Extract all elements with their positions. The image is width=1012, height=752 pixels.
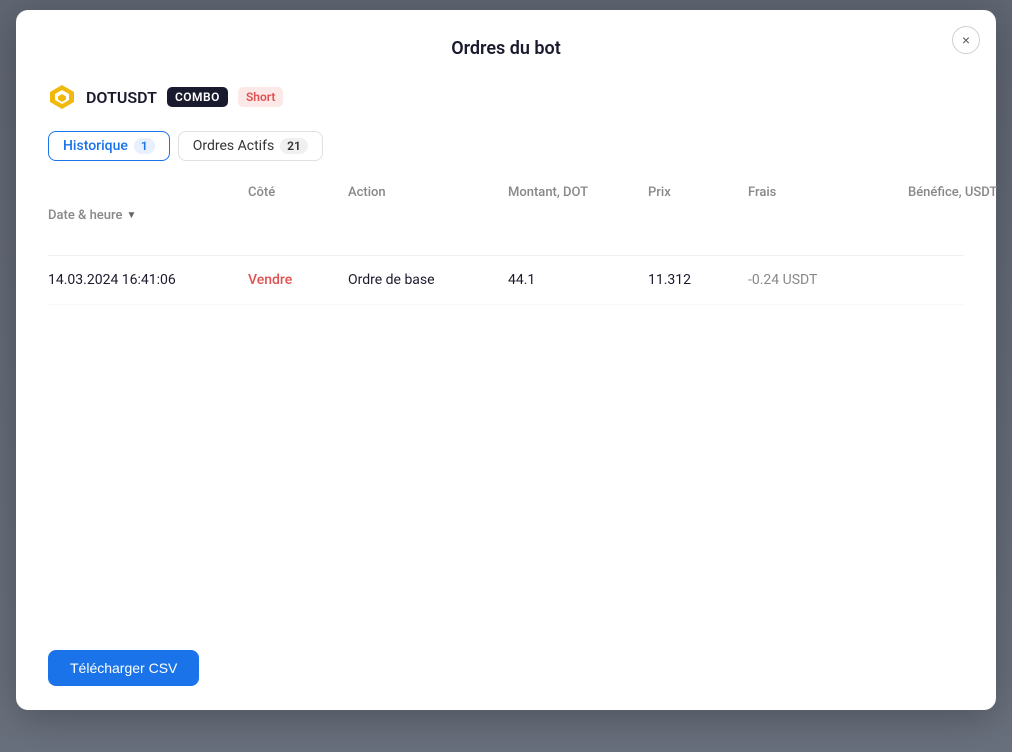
- cell-cote: Vendre: [248, 272, 348, 288]
- col-frais: Frais: [748, 185, 908, 245]
- cell-action: Ordre de base: [348, 272, 508, 288]
- tab-ordres-actifs[interactable]: Ordres Actifs 21: [178, 131, 323, 161]
- short-badge: Short: [238, 87, 283, 107]
- col-date[interactable]: Date & heure ▼: [48, 185, 248, 245]
- col-benefice: Bénéfice, USDT: [908, 185, 1012, 245]
- sort-arrow-icon: ▼: [126, 210, 136, 221]
- tab-ordres-actifs-count: 21: [280, 138, 308, 154]
- tab-historique-label: Historique: [63, 138, 128, 154]
- tabs-row: Historique 1 Ordres Actifs 21: [48, 131, 964, 161]
- tab-ordres-actifs-label: Ordres Actifs: [193, 138, 274, 154]
- dot-icon: [48, 83, 76, 111]
- modal-dialog: Ordres du bot × DOTUSDT COMBO Short Hist…: [16, 10, 996, 710]
- close-button[interactable]: ×: [952, 26, 980, 54]
- cell-montant: 44.1: [508, 272, 648, 288]
- modal-header: DOTUSDT COMBO Short: [48, 83, 964, 111]
- col-montant: Montant, DOT: [508, 185, 648, 245]
- table-header: Date & heure ▼ Côté Action Montant, DOT …: [48, 185, 964, 256]
- tab-historique-count: 1: [134, 138, 155, 154]
- download-csv-button[interactable]: Télécharger CSV: [48, 650, 199, 686]
- cell-frais: -0.24 USDT: [748, 272, 908, 288]
- tab-historique[interactable]: Historique 1: [48, 131, 170, 161]
- pair-name: DOTUSDT: [86, 88, 157, 107]
- col-cote: Côté: [248, 185, 348, 245]
- cell-date: 14.03.2024 16:41:06: [48, 272, 248, 288]
- cell-prix: 11.312: [648, 272, 748, 288]
- table-row: 14.03.2024 16:41:06 Vendre Ordre de base…: [48, 256, 964, 305]
- combo-badge: COMBO: [167, 87, 228, 107]
- col-prix: Prix: [648, 185, 748, 245]
- col-action: Action: [348, 185, 508, 245]
- orders-table: Date & heure ▼ Côté Action Montant, DOT …: [48, 185, 964, 305]
- modal-title: Ordres du bot: [48, 38, 964, 59]
